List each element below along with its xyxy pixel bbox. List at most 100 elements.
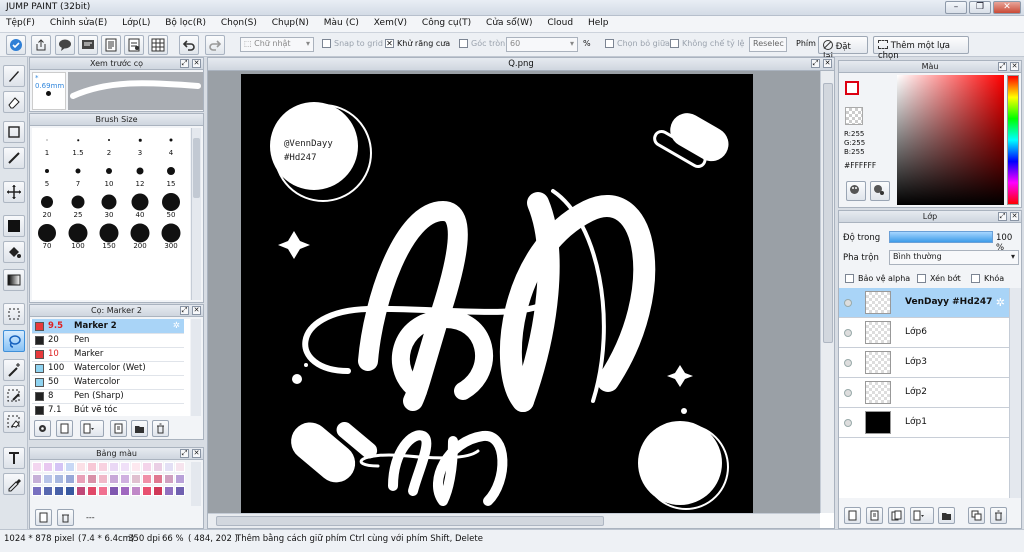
scroll-thumb[interactable] [193,138,200,198]
palette-swatch[interactable] [131,486,141,496]
panel-close-icon[interactable]: ✕ [192,449,201,458]
palette-swatch[interactable] [43,486,53,496]
select-eraser-tool[interactable] [3,411,25,433]
select-center-checkbox[interactable] [605,39,614,48]
palette-swatch[interactable] [153,474,163,484]
layer-row[interactable]: Lớp3 [839,348,1009,378]
visibility-icon[interactable] [844,329,852,337]
new-layer-button[interactable] [844,507,861,524]
brush-copy-button[interactable] [110,420,127,437]
palette-swatch[interactable] [65,486,75,496]
layer-row[interactable]: VenDayy #Hd247 ✲ [839,288,1009,318]
gradient-tool[interactable] [3,269,25,291]
new-layer-type-button[interactable] [866,507,883,524]
minimize-button[interactable]: – [945,1,967,14]
menu-capture[interactable]: Chụp(N) [266,16,315,28]
opacity-slider[interactable] [889,231,993,243]
menu-filter[interactable]: Bộ lọc(R) [159,16,212,28]
palette-swatch[interactable] [164,486,174,496]
menu-cloud[interactable]: Cloud [541,16,579,28]
gear-icon[interactable]: ✲ [173,319,180,333]
scroll-thumb[interactable] [823,83,833,343]
panel-close-icon[interactable]: ✕ [1010,212,1019,221]
brush-size-scrollbar[interactable] [191,128,201,300]
eyedropper-tool[interactable] [3,473,25,495]
line-tool[interactable] [3,147,25,169]
brush-size-option[interactable]: 20 [32,190,62,220]
brush-list-scrollbar[interactable] [191,319,201,416]
menu-select[interactable]: Chọn(S) [215,16,263,28]
brush-list-item[interactable]: 7.1 Bút vẽ tóc [32,403,184,416]
transparent-swatch[interactable] [845,107,863,125]
brush-size-option[interactable]: 4 [156,128,186,158]
visibility-icon[interactable] [844,359,852,367]
palette-picker-button[interactable] [846,181,866,201]
canvas-tab[interactable]: Q.png ⤢ ✕ [208,58,834,71]
palette-swatch[interactable] [65,462,75,472]
palette-swatch[interactable] [153,462,163,472]
palette-swatch[interactable] [142,474,152,484]
brush-size-option[interactable]: 3 [125,128,155,158]
menu-file[interactable]: Tệp(F) [0,16,41,28]
brush-size-option[interactable]: 1.5 [63,128,93,158]
brush-size-option[interactable]: 300 [156,221,186,251]
fill-rect-tool[interactable] [3,215,25,237]
add-selection-button[interactable]: Thêm một lựa chọn [873,36,969,61]
brush-size-option[interactable]: 200 [125,221,155,251]
document-button[interactable] [101,35,121,55]
panel-popout-icon[interactable]: ⤢ [180,306,189,315]
blend-mode-select[interactable]: Bình thường ▾ [889,250,1019,265]
new-brush-button[interactable] [56,420,73,437]
palette-swatch[interactable] [109,474,119,484]
text-tool[interactable] [3,447,25,469]
canvas-vertical-scrollbar[interactable] [820,71,834,513]
palette-swatch[interactable] [164,462,174,472]
bucket-tool[interactable] [3,241,25,263]
brush-size-option[interactable]: 150 [94,221,124,251]
color-tools-button[interactable] [870,181,890,201]
palette-swatch[interactable] [109,462,119,472]
eraser-tool[interactable] [3,91,25,113]
menu-tools[interactable]: Công cụ(T) [416,16,477,28]
panel-popout-icon[interactable]: ⤢ [811,59,820,68]
undo-button[interactable] [179,35,199,55]
page-settings-button[interactable] [124,35,144,55]
palette-swatch[interactable] [87,486,97,496]
palette-swatch[interactable] [120,486,130,496]
palette-swatch[interactable] [120,474,130,484]
corner-round-checkbox[interactable] [459,39,468,48]
canvas-horizontal-scrollbar[interactable] [208,513,820,528]
panel-close-icon[interactable]: ✕ [192,59,201,68]
brush-size-option[interactable]: 12 [125,159,155,189]
message-button[interactable] [78,35,98,55]
brush-size-option[interactable]: 10 [94,159,124,189]
palette-swatch[interactable] [142,486,152,496]
shape-tool[interactable] [3,121,25,143]
palette-swatch[interactable] [43,474,53,484]
export-button[interactable] [31,35,51,55]
palette-new-button[interactable] [35,509,52,526]
palette-swatch[interactable] [98,486,108,496]
brush-list-item[interactable]: 10 Marker [32,347,184,362]
palette-swatch[interactable] [120,462,130,472]
magic-wand-tool[interactable] [3,359,25,381]
palette-swatch[interactable] [54,486,64,496]
check-tool-button[interactable] [6,35,26,55]
brush-options-button[interactable] [80,420,104,437]
layer-options-button[interactable] [910,507,934,524]
canvas-viewport[interactable]: @VennDayy #Hd247 [208,71,820,513]
lock-ratio-checkbox[interactable] [670,39,679,48]
palette-delete-button[interactable] [57,509,74,526]
palette-swatch[interactable] [32,462,42,472]
panel-popout-icon[interactable]: ⤢ [998,62,1007,71]
protect-alpha-checkbox[interactable] [845,274,854,283]
close-button[interactable]: ✕ [993,1,1021,14]
palette-swatch[interactable] [54,462,64,472]
merge-layer-button[interactable] [968,507,985,524]
palette-swatch[interactable] [54,474,64,484]
menu-window[interactable]: Cửa sổ(W) [480,16,538,28]
brush-tool[interactable] [3,65,25,87]
visibility-icon[interactable] [844,299,852,307]
brush-size-option[interactable]: 25 [63,190,93,220]
palette-swatch[interactable] [98,462,108,472]
